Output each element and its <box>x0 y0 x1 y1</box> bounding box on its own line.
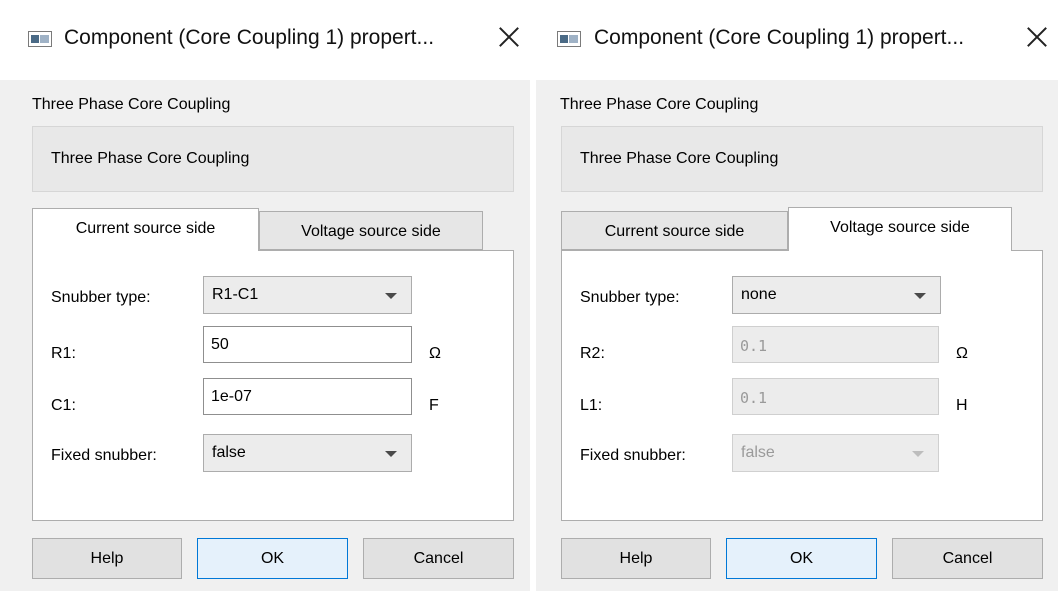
tab-label: Voltage source side <box>830 219 970 236</box>
tab-label: Voltage source side <box>301 223 441 240</box>
component-type-label: Three Phase Core Coupling <box>32 96 231 113</box>
tab-current-source-side[interactable]: Current source side <box>32 208 259 251</box>
c1-value: 1e-07 <box>211 388 252 405</box>
r2-unit: Ω <box>956 345 968 362</box>
fixed-snubber-value: false <box>212 444 246 461</box>
cancel-label: Cancel <box>413 550 464 567</box>
help-button[interactable]: Help <box>561 538 711 579</box>
tab-panel: Snubber type: R1-C1 R1: 50 Ω C1: 1e-07 F… <box>32 250 514 521</box>
l1-label: L1: <box>580 397 603 414</box>
tab-current-source-side[interactable]: Current source side <box>561 211 788 250</box>
ok-button[interactable]: OK <box>726 538 877 579</box>
l1-unit: H <box>956 397 968 414</box>
title-bar[interactable]: Component (Core Coupling 1) propert... <box>0 0 530 80</box>
component-type-label: Three Phase Core Coupling <box>560 96 759 113</box>
description-text: Three Phase Core Coupling <box>580 150 779 167</box>
snubber-type-label: Snubber type: <box>580 289 680 306</box>
r1-input[interactable]: 50 <box>203 326 412 363</box>
close-icon[interactable] <box>494 22 524 52</box>
help-label: Help <box>90 550 124 567</box>
close-icon[interactable] <box>1022 22 1052 52</box>
c1-unit: F <box>429 397 439 414</box>
snubber-type-value: none <box>741 286 777 303</box>
r1-value: 50 <box>211 336 229 353</box>
snubber-type-value: R1-C1 <box>212 286 259 303</box>
cancel-button[interactable]: Cancel <box>363 538 514 579</box>
fixed-snubber-label: Fixed snubber: <box>580 447 686 464</box>
chevron-down-icon <box>385 451 397 457</box>
snubber-type-label: Snubber type: <box>51 289 151 306</box>
description-box: Three Phase Core Coupling <box>32 126 514 192</box>
l1-input: 0.1 <box>732 378 939 415</box>
window-title: Component (Core Coupling 1) propert... <box>64 26 435 49</box>
snubber-type-select[interactable]: none <box>732 276 941 314</box>
chevron-down-icon <box>912 451 924 457</box>
r1-label: R1: <box>51 345 76 362</box>
properties-dialog-left: Component (Core Coupling 1) propert... T… <box>0 0 530 591</box>
fixed-snubber-label: Fixed snubber: <box>51 447 157 464</box>
r2-label: R2: <box>580 345 605 362</box>
fixed-snubber-select: false <box>732 434 939 472</box>
tab-panel: Snubber type: none R2: 0.1 Ω L1: 0.1 H F… <box>561 250 1043 521</box>
cancel-button[interactable]: Cancel <box>892 538 1043 579</box>
help-button[interactable]: Help <box>32 538 182 579</box>
r2-input: 0.1 <box>732 326 939 363</box>
fixed-snubber-value: false <box>741 444 775 461</box>
tab-voltage-source-side[interactable]: Voltage source side <box>788 207 1012 251</box>
title-bar[interactable]: Component (Core Coupling 1) propert... <box>536 0 1058 80</box>
tab-label: Current source side <box>604 223 745 240</box>
chevron-down-icon <box>385 293 397 299</box>
description-text: Three Phase Core Coupling <box>51 150 250 167</box>
ok-button[interactable]: OK <box>197 538 348 579</box>
c1-label: C1: <box>51 397 76 414</box>
chevron-down-icon <box>914 293 926 299</box>
tab-label: Current source side <box>75 220 216 237</box>
ok-label: OK <box>260 550 285 567</box>
window-title: Component (Core Coupling 1) propert... <box>594 26 965 49</box>
tab-voltage-source-side[interactable]: Voltage source side <box>259 211 483 250</box>
r1-unit: Ω <box>429 345 441 362</box>
r2-value: 0.1 <box>740 337 768 355</box>
l1-value: 0.1 <box>740 389 768 407</box>
fixed-snubber-select[interactable]: false <box>203 434 412 472</box>
app-window-icon <box>28 31 52 47</box>
properties-dialog-right: Component (Core Coupling 1) propert... T… <box>536 0 1058 591</box>
description-box: Three Phase Core Coupling <box>561 126 1043 192</box>
c1-input[interactable]: 1e-07 <box>203 378 412 415</box>
snubber-type-select[interactable]: R1-C1 <box>203 276 412 314</box>
ok-label: OK <box>789 550 814 567</box>
app-window-icon <box>557 31 581 47</box>
help-label: Help <box>619 550 653 567</box>
cancel-label: Cancel <box>942 550 993 567</box>
